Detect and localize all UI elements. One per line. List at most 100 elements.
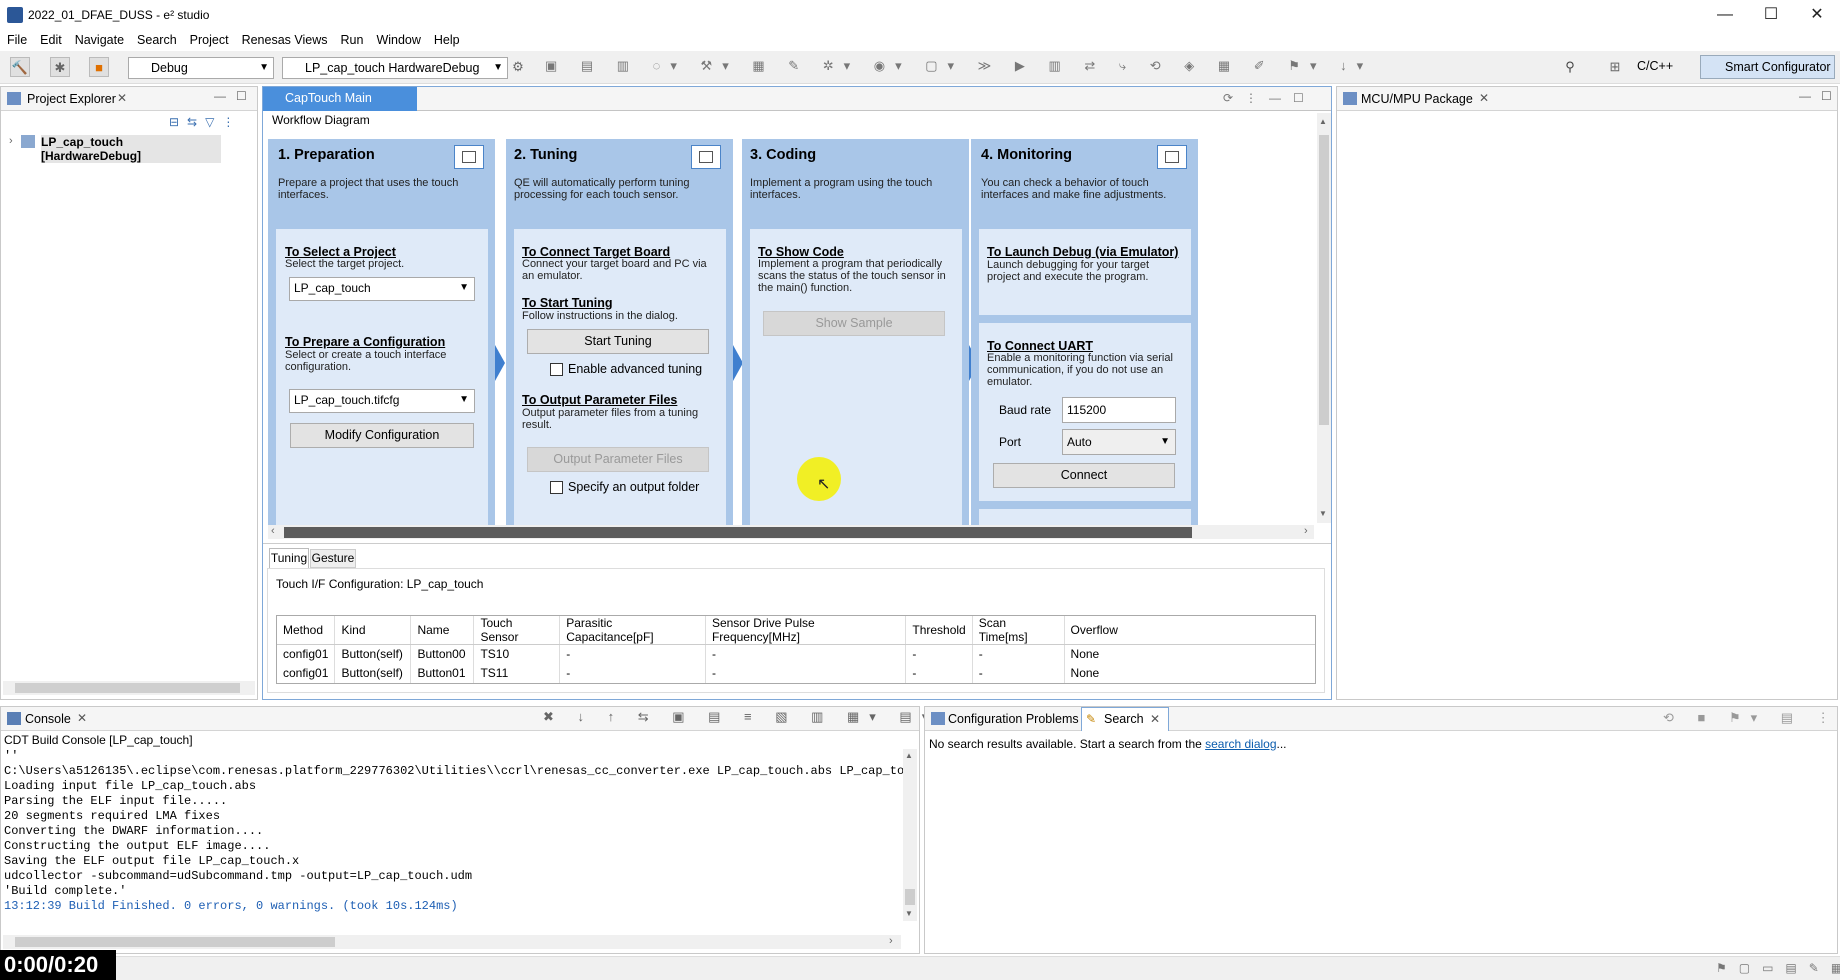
menu-file[interactable]: File — [0, 30, 33, 47]
step-monitoring-title: 4. Monitoring — [981, 147, 1073, 163]
console-tab[interactable]: Console — [25, 712, 71, 726]
close-window-button[interactable]: ✕ — [1794, 0, 1840, 30]
step-coding-title: 3. Coding — [750, 147, 817, 163]
menu-edit[interactable]: Edit — [33, 30, 68, 47]
show-sample-button[interactable]: Show Sample — [763, 311, 945, 336]
search-tab[interactable]: ✎ Search ✕ — [1081, 707, 1169, 731]
minimize-view-icon[interactable]: — — [214, 89, 226, 103]
step-tuning-title: 2. Tuning — [514, 147, 578, 163]
launch-config-gear-icon[interactable]: ⚙ — [508, 57, 528, 77]
select-project-link[interactable]: To Select a Project — [285, 245, 396, 259]
menu-run[interactable]: Run — [334, 30, 370, 47]
col-method[interactable]: Method — [277, 616, 336, 645]
package-icon — [1343, 92, 1357, 105]
advanced-tuning-checkbox[interactable] — [550, 363, 563, 376]
minimize-view-icon[interactable]: — — [1799, 89, 1811, 103]
baud-rate-label: Baud rate — [999, 403, 1052, 417]
config-problems-tab[interactable]: Configuration Problems — [948, 712, 1079, 726]
status-icons[interactable]: ⚑▢▭▤✎▦ — [1716, 961, 1840, 975]
search-dialog-link[interactable]: search dialog — [1205, 737, 1276, 751]
launch-config-select[interactable]: LP_cap_touch HardwareDebug ▼ — [282, 57, 508, 79]
editor-hscrollbar[interactable]: ‹ › — [268, 525, 1314, 539]
menu-search[interactable]: Search — [130, 30, 183, 47]
connect-board-link[interactable]: To Connect Target Board — [522, 245, 670, 259]
touch-config-label: Touch I/F Configuration: LP_cap_touch — [276, 577, 484, 591]
play-video-icon[interactable] — [454, 145, 484, 169]
table-row[interactable]: config01 Button(self) Button01 TS11- - - - None — [277, 663, 1315, 683]
show-code-link[interactable]: To Show Code — [758, 245, 844, 259]
maximize-view-icon[interactable]: ☐ — [236, 89, 247, 103]
menu-renesas-views[interactable]: Renesas Views — [235, 30, 334, 47]
project-explorer-tab[interactable]: Project Explorer — [27, 92, 116, 106]
console-line: 'Build complete.' — [4, 884, 127, 898]
cell-overflow: None — [1070, 647, 1100, 662]
terminate-icon[interactable]: ■ — [89, 57, 109, 77]
col-threshold[interactable]: Threshold — [905, 616, 973, 645]
problems-icon — [931, 712, 945, 725]
modify-configuration-button[interactable]: Modify Configuration — [290, 423, 474, 448]
status-bar: ⚑▢▭▤✎▦ — [0, 956, 1840, 980]
tab-tuning[interactable]: Tuning — [269, 548, 309, 568]
menu-project[interactable]: Project — [183, 30, 235, 47]
col-overflow[interactable]: Overflow — [1064, 616, 1315, 645]
maximize-view-icon[interactable]: ☐ — [1821, 89, 1832, 103]
start-tuning-button[interactable]: Start Tuning — [527, 329, 709, 354]
play-video-icon[interactable] — [691, 145, 721, 169]
mcu-package-tab[interactable]: MCU/MPU Package — [1361, 92, 1473, 106]
select-project-desc: Select the target project. — [285, 258, 405, 270]
col-name[interactable]: Name — [410, 616, 475, 645]
col-touch-sensor[interactable]: Touch Sensor — [473, 616, 561, 645]
col-kind[interactable]: Kind — [334, 616, 412, 645]
step-coding-desc: Implement a program using the touch inte… — [750, 177, 933, 201]
debug-icon[interactable]: ✱ — [50, 57, 70, 77]
close-tab-icon[interactable]: ✕ — [77, 711, 87, 725]
captouch-main-tab[interactable]: CapTouch Main (QE) ✕ — [263, 87, 417, 128]
perspective-smart-configurator[interactable]: Smart Configurator — [1700, 55, 1835, 79]
search-toolbar[interactable]: ⟲ ■ ⚑▾ ▤ ⋮ — ☐ — [1663, 710, 1840, 726]
baud-rate-input[interactable]: 115200 — [1062, 397, 1176, 423]
console-vscrollbar[interactable]: ▲ ▼ — [903, 749, 917, 921]
close-tab-icon[interactable]: ✕ — [1479, 91, 1489, 105]
close-tab-icon[interactable]: ✕ — [1150, 712, 1160, 726]
launch-debug-link[interactable]: To Launch Debug (via Emulator) — [987, 245, 1178, 259]
port-select[interactable]: Auto ▼ — [1062, 429, 1176, 455]
console-hscrollbar[interactable]: › — [3, 935, 901, 949]
explorer-toolbar[interactable]: ⊟⇆▽⋮ — [169, 115, 242, 129]
explorer-hscrollbar[interactable] — [3, 681, 255, 695]
flow-arrow-icon — [495, 345, 505, 381]
editor-view-toolbar[interactable]: ⟳⋮—☐ — [1223, 91, 1316, 105]
prepare-config-link[interactable]: To Prepare a Configuration — [285, 335, 445, 349]
menu-window[interactable]: Window — [369, 30, 426, 47]
build-config-select[interactable]: Debug ▼ — [128, 57, 274, 79]
col-scan-time[interactable]: Scan Time[ms] — [972, 616, 1065, 645]
build-icon[interactable]: 🔨 — [10, 57, 30, 77]
video-timestamp: 0:00/0:20 — [0, 950, 116, 980]
col-frequency[interactable]: Sensor Drive Pulse Frequency[MHz] — [705, 616, 907, 645]
output-parameter-files-button[interactable]: Output Parameter Files — [527, 447, 709, 472]
open-perspective-icon[interactable]: ⊞ — [1605, 57, 1625, 77]
connect-button[interactable]: Connect — [993, 463, 1175, 488]
connect-uart-link[interactable]: To Connect UART — [987, 339, 1093, 353]
tab-gesture[interactable]: Gesture — [310, 549, 356, 568]
editor-vscrollbar[interactable]: ▲ ▼ — [1317, 113, 1331, 523]
search-icon[interactable]: ⚲ — [1560, 57, 1580, 77]
cell-threshold: - — [905, 644, 973, 664]
output-folder-checkbox[interactable] — [550, 481, 563, 494]
mcu-package-header: MCU/MPU Package ✕ — ☐ — [1337, 87, 1837, 111]
menu-help[interactable]: Help — [427, 30, 466, 47]
start-tuning-link[interactable]: To Start Tuning — [522, 296, 613, 310]
play-video-icon[interactable] — [1157, 145, 1187, 169]
expand-chevron-icon[interactable]: › — [9, 135, 13, 147]
maximize-button[interactable]: ☐ — [1748, 0, 1794, 30]
project-tree-item[interactable]: LP_cap_touch [HardwareDebug] — [41, 135, 221, 163]
minimize-button[interactable]: — — [1702, 0, 1748, 30]
perspective-cc[interactable]: C/C++ — [1637, 59, 1673, 73]
output-param-link[interactable]: To Output Parameter Files — [522, 393, 677, 407]
table-row[interactable]: config01 Button(self) Button00 TS10- - - - None — [277, 644, 1315, 664]
col-parasitic[interactable]: Parasitic Capacitance[pF] — [559, 616, 706, 645]
config-file-select[interactable]: LP_cap_touch.tifcfg ▼ — [289, 389, 475, 413]
toolbar-icon-strip[interactable]: ▣ ▤ ▥ ◌▾ ⚒▾ ▦ ✎ ✲▾ ◉▾ ▢▾ ≫ ▶ ▥ ⇄ ⤷ ⟲ ◈ ▦… — [545, 58, 1365, 78]
close-tab-icon[interactable]: ✕ — [117, 91, 127, 105]
project-select[interactable]: LP_cap_touch ▼ — [289, 277, 475, 301]
menu-navigate[interactable]: Navigate — [68, 30, 130, 47]
